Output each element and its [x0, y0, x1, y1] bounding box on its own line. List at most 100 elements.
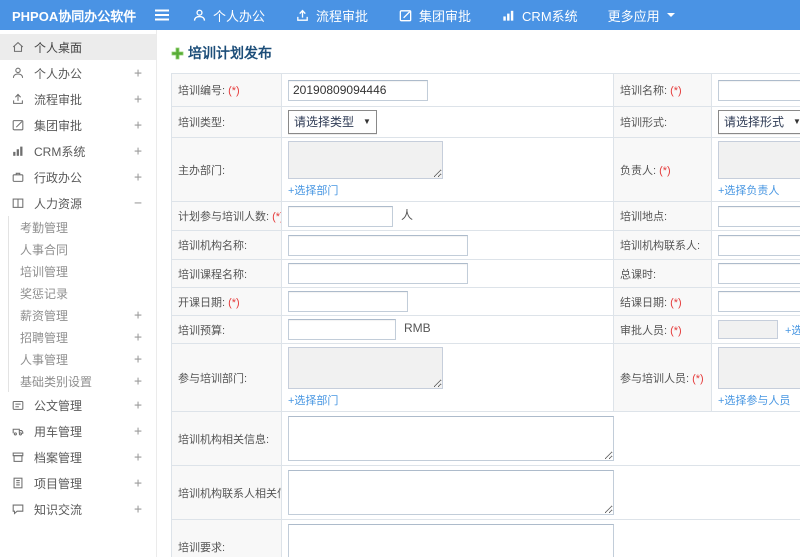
nav-group-approval[interactable]: 集团审批 — [398, 6, 471, 25]
field-label: 培训机构相关信息: — [171, 411, 282, 466]
page-title: 培训计划发布 — [171, 43, 800, 63]
field-label: 培训编号: (*) — [171, 73, 282, 107]
person-icon — [11, 66, 25, 80]
sidebar-hr-submenu: 考勤管理 人事合同 培训管理 奖惩记录 薪资管理 + 招聘管理 + 人事管理 +… — [8, 216, 156, 392]
sidebar-item-desktop[interactable]: 个人桌面 — [0, 34, 156, 60]
leader-box[interactable] — [718, 141, 800, 179]
training-form-select[interactable]: 请选择形式 ▼ — [718, 110, 800, 134]
form-row: 培训课程名称: 总课时: — [171, 259, 800, 288]
planned-attendees-input[interactable] — [288, 205, 393, 227]
attendees-box[interactable] — [718, 347, 800, 389]
training-requirements-textarea[interactable] — [288, 524, 614, 557]
field-label: 培训课程名称: — [171, 259, 282, 288]
org-info-textarea[interactable] — [288, 416, 614, 461]
form-row: 培训机构相关信息: — [171, 411, 800, 466]
sidebar-item-attendance[interactable]: 考勤管理 — [9, 216, 156, 238]
caret-down-icon: ▼ — [793, 117, 800, 126]
sidebar-item-recruit[interactable]: 招聘管理 + — [9, 326, 156, 348]
sidebar-item-training[interactable]: 培训管理 — [9, 260, 156, 282]
form-row: 计划参与培训人数:(*) 人 培训地点: — [171, 201, 800, 231]
book-icon — [11, 196, 25, 210]
form-row: 主办部门: +选择部门 负责人: (*) +选择负责人 — [171, 137, 800, 202]
sidebar-item-personnel[interactable]: 人事管理 + — [9, 348, 156, 370]
sidebar-item-official-doc[interactable]: 公文管理 + — [0, 392, 156, 418]
field-label: 培训形式: — [613, 106, 712, 138]
org-contact-info-textarea[interactable] — [288, 470, 614, 515]
field-label: 培训名称: (*) — [613, 73, 712, 107]
unit-person-suffix: 人 — [401, 207, 414, 222]
training-name-input[interactable] — [718, 79, 800, 101]
top-nav: 个人办公 流程审批 集团审批 CRM系统 更多应用 — [192, 6, 676, 25]
field-label: 培训机构名称: — [171, 230, 282, 260]
nav-process-approval[interactable]: 流程审批 — [295, 6, 368, 25]
attend-dept-box[interactable] — [288, 347, 443, 389]
sidebar-item-base-category[interactable]: 基础类别设置 + — [9, 370, 156, 392]
approver-box[interactable] — [718, 320, 778, 339]
field-label: 计划参与培训人数:(*) — [171, 201, 282, 231]
document-icon — [11, 398, 25, 412]
select-approver-link[interactable]: +选择审批人员 — [785, 322, 800, 338]
add-icon — [171, 47, 184, 60]
sidebar: 个人桌面 个人办公 + 流程审批 + 集团审批 + CRM系统 + 行政办公 +… — [0, 30, 157, 557]
sidebar-item-rewards[interactable]: 奖惩记录 — [9, 282, 156, 304]
sidebar-item-hr[interactable]: 人力资源 − — [0, 190, 156, 216]
notebook-icon — [11, 476, 25, 490]
field-label: 培训类型: — [171, 106, 282, 138]
total-hours-input[interactable] — [718, 263, 800, 284]
select-attendees-link[interactable]: +选择参与人员 — [718, 392, 790, 408]
sidebar-item-crm[interactable]: CRM系统 + — [0, 138, 156, 164]
select-leader-link[interactable]: +选择负责人 — [718, 182, 779, 198]
end-date-input[interactable] — [718, 291, 800, 312]
field-label: 开课日期: (*) — [171, 287, 282, 316]
nav-crm[interactable]: CRM系统 — [501, 6, 578, 25]
training-no-input[interactable] — [288, 79, 428, 101]
training-type-select[interactable]: 请选择类型 ▼ — [288, 110, 377, 134]
chart-icon — [11, 144, 25, 158]
training-place-input[interactable] — [718, 205, 800, 227]
host-dept-box[interactable] — [288, 141, 443, 179]
main-content: 培训计划发布 培训编号:(*) 培训名称:(*) 培训类型: 请选择类型▼ 培训… — [157, 30, 800, 557]
currency-suffix: RMB — [404, 321, 431, 336]
caret-down-icon: ▼ — [363, 117, 371, 126]
sidebar-item-process-approval[interactable]: 流程审批 + — [0, 86, 156, 112]
course-name-input[interactable] — [288, 263, 468, 284]
form-row: 培训机构联系人相关信息: — [171, 465, 800, 520]
edit-icon — [11, 118, 25, 132]
chat-icon — [11, 502, 25, 516]
sidebar-item-group-approval[interactable]: 集团审批 + — [0, 112, 156, 138]
archive-icon — [11, 450, 25, 464]
org-contact-input[interactable] — [718, 234, 800, 256]
sidebar-item-archive[interactable]: 档案管理 + — [0, 444, 156, 470]
form-row: 培训预算: RMB 审批人员:(*) +选择审批人员 — [171, 315, 800, 344]
app-logo: PHPOA协同办公软件 — [12, 8, 137, 24]
edit-icon — [398, 8, 413, 23]
home-icon — [11, 40, 25, 54]
process-icon — [11, 92, 25, 106]
org-name-input[interactable] — [288, 234, 468, 256]
field-label: 培训预算: — [171, 315, 282, 344]
sidebar-item-knowledge[interactable]: 知识交流 + — [0, 496, 156, 522]
process-icon — [295, 8, 310, 23]
budget-input[interactable] — [288, 319, 396, 340]
field-label: 总课时: — [613, 259, 712, 288]
sidebar-item-admin-office[interactable]: 行政办公 + — [0, 164, 156, 190]
form-row: 培训编号:(*) 培训名称:(*) — [171, 73, 800, 107]
person-icon — [192, 8, 207, 23]
form-row: 参与培训部门: +选择部门 参与培训人员: (*) +选择参与人员 — [171, 343, 800, 412]
sidebar-item-project[interactable]: 项目管理 + — [0, 470, 156, 496]
sidebar-item-hr-contract[interactable]: 人事合同 — [9, 238, 156, 260]
top-header: PHPOA协同办公软件 个人办公 流程审批 集团审批 CRM系统 更多应用 — [0, 0, 800, 30]
nav-more-apps[interactable]: 更多应用 — [608, 6, 676, 25]
field-label: 参与培训部门: — [171, 343, 282, 412]
sidebar-item-personal-office[interactable]: 个人办公 + — [0, 60, 156, 86]
field-label: 培训机构联系人相关信息: — [171, 465, 282, 520]
start-date-input[interactable] — [288, 291, 408, 312]
sidebar-item-salary[interactable]: 薪资管理 + — [9, 304, 156, 326]
menu-icon[interactable] — [154, 8, 170, 22]
form-row: 培训机构名称: 培训机构联系人: — [171, 230, 800, 260]
nav-personal-office[interactable]: 个人办公 — [192, 6, 265, 25]
sidebar-item-vehicle[interactable]: 用车管理 + — [0, 418, 156, 444]
field-label: 培训地点: — [613, 201, 712, 231]
select-dept-link[interactable]: +选择部门 — [288, 182, 338, 198]
select-attend-dept-link[interactable]: +选择部门 — [288, 392, 338, 408]
